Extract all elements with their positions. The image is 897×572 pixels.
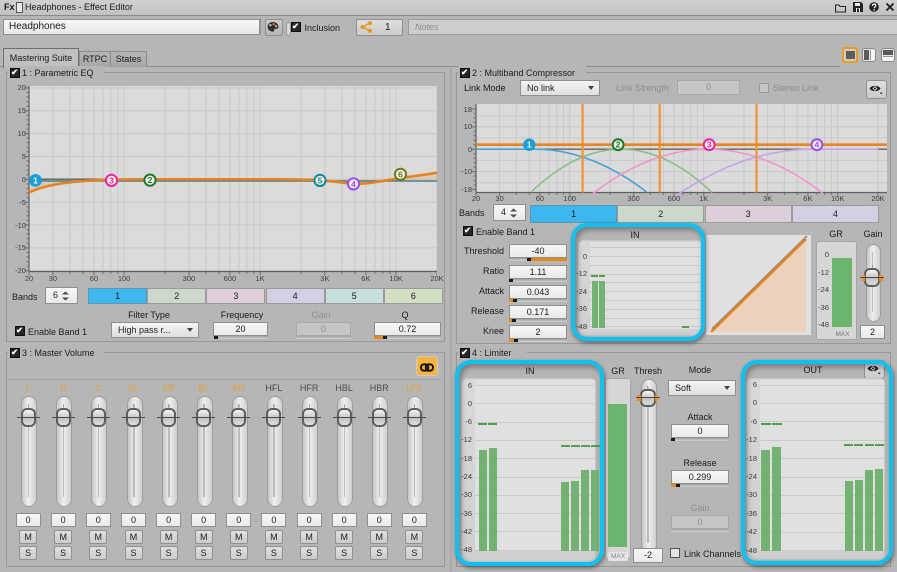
svg-text:1: 1 [33, 175, 38, 185]
svg-text:2: 2 [148, 175, 153, 185]
svg-text:2: 2 [616, 140, 621, 150]
svg-text:3: 3 [109, 175, 114, 185]
svg-text:6: 6 [398, 169, 403, 179]
svg-text:4: 4 [815, 140, 820, 150]
svg-text:3: 3 [707, 140, 712, 150]
svg-text:5: 5 [318, 175, 323, 185]
svg-text:4: 4 [351, 179, 356, 189]
svg-text:1: 1 [527, 140, 532, 150]
